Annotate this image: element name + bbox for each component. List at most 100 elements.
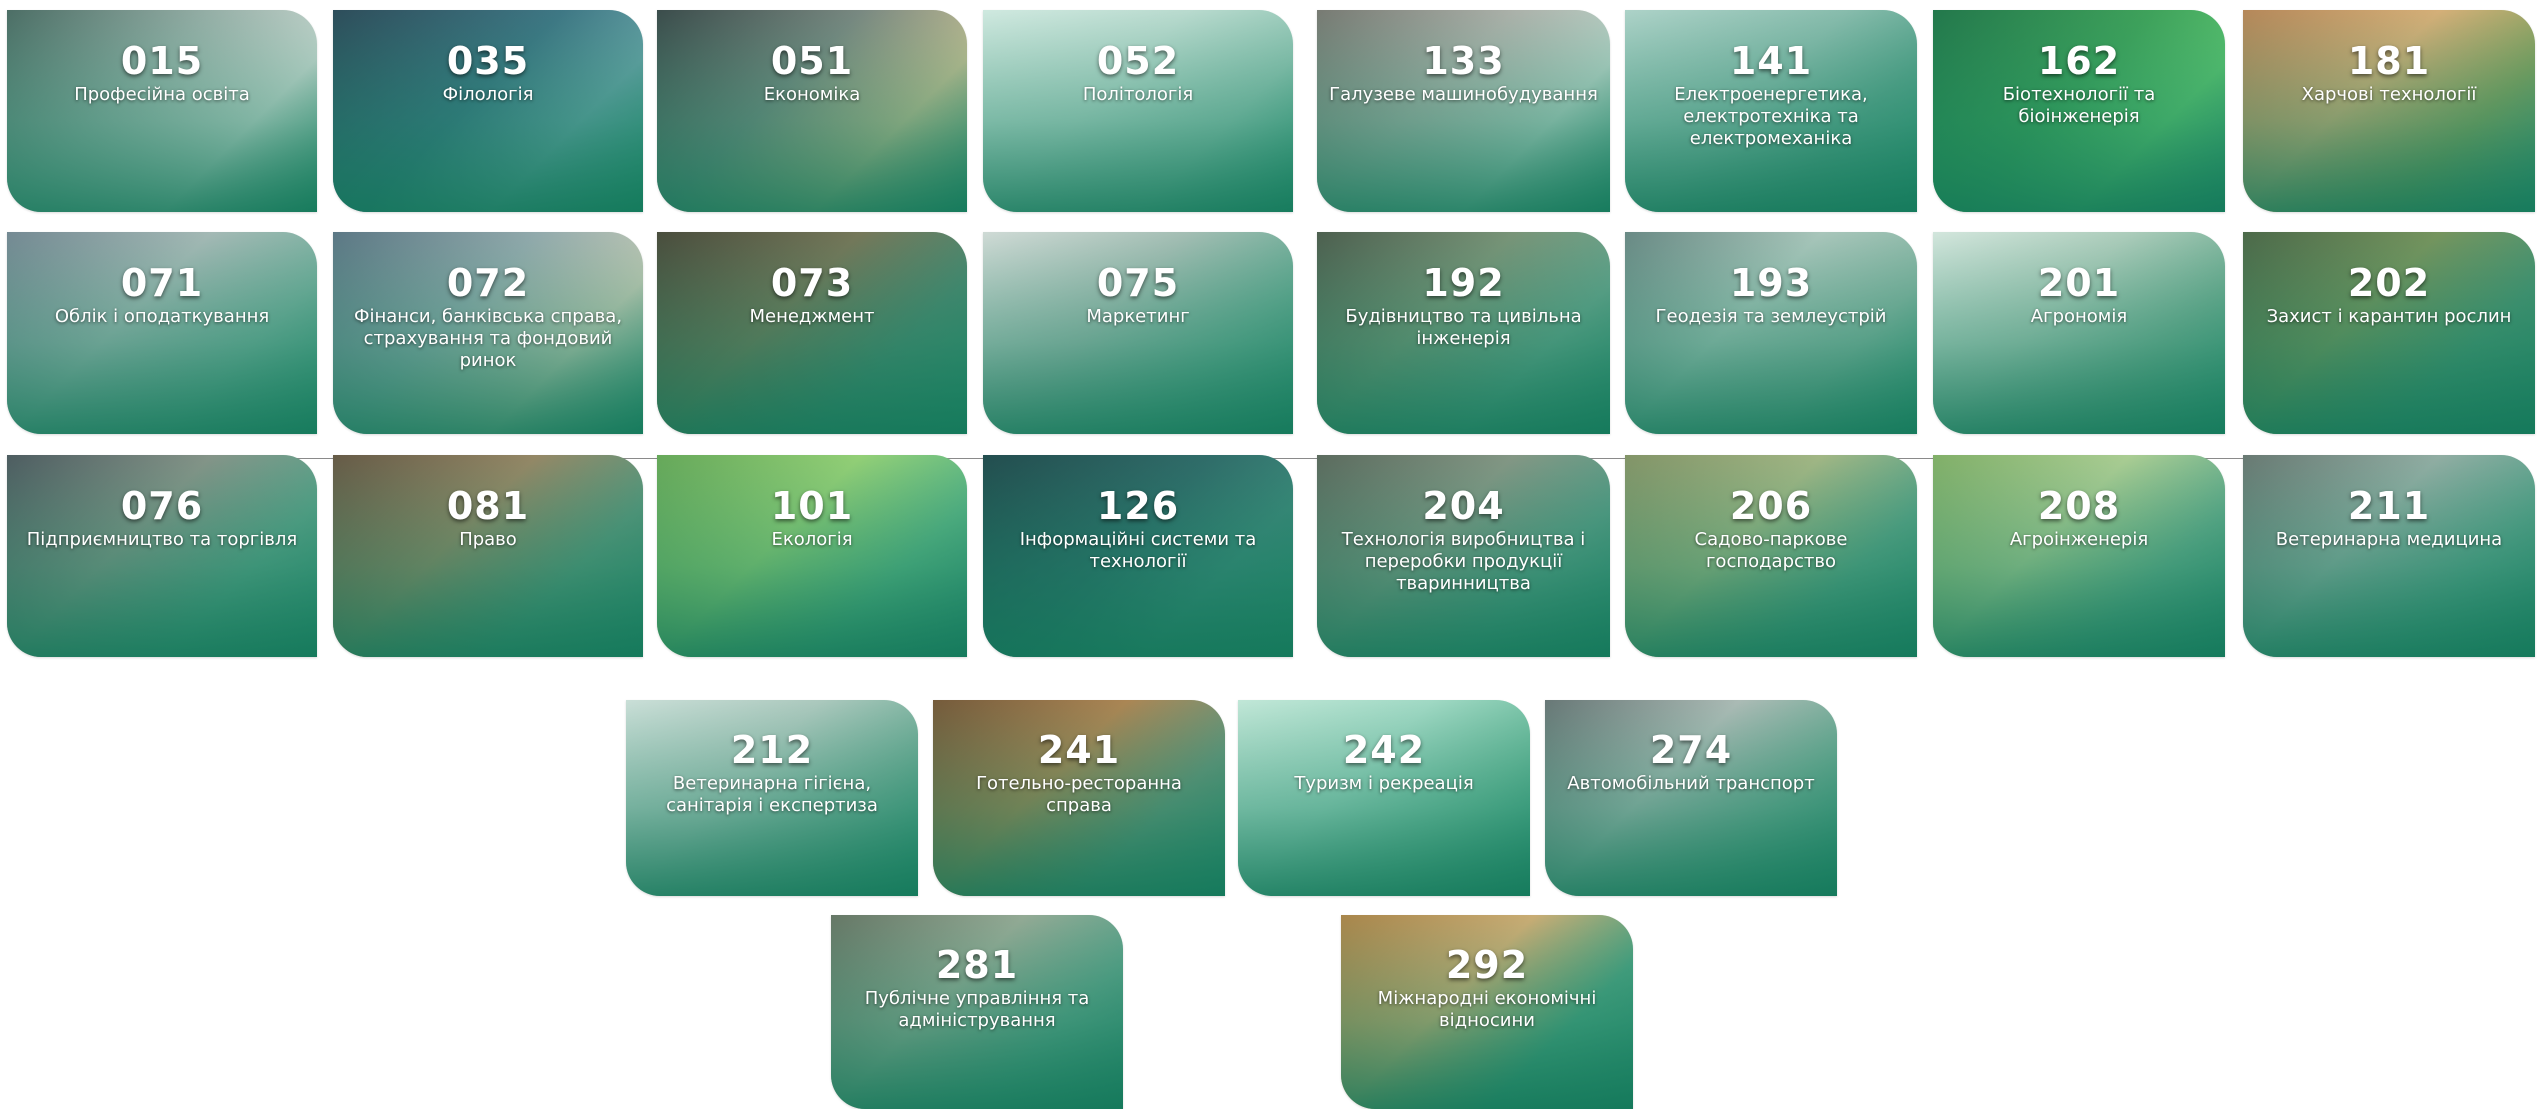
specialty-title: Ветеринарна медицина — [2275, 529, 2503, 551]
specialty-card-274[interactable]: 274 Автомобільний транспорт — [1545, 700, 1837, 896]
specialty-title: Харчові технології — [2301, 84, 2477, 106]
specialty-caption: 241 Готельно-ресторанна справа — [933, 731, 1225, 817]
specialty-caption: 211 Ветеринарна медицина — [2243, 487, 2535, 551]
specialty-code: 193 — [1729, 261, 1813, 306]
specialty-caption: 292 Міжнародні економічні відносини — [1341, 946, 1633, 1032]
specialty-caption: 192 Будівництво та цивільна інженерія — [1317, 264, 1610, 350]
specialty-code: 204 — [1422, 484, 1505, 529]
specialty-title: Захист і карантин рослин — [2266, 306, 2512, 328]
specialty-title: Галузеве машинобудування — [1329, 84, 1598, 106]
specialty-code: 081 — [446, 484, 530, 529]
specialty-caption: 212 Ветеринарна гігієна, санітарія і експ… — [626, 731, 918, 817]
specialty-code: 035 — [446, 39, 530, 84]
specialty-title: Садово-паркове господарство — [1694, 529, 1848, 573]
specialty-caption: 274 Автомобільний транспорт — [1545, 731, 1837, 795]
specialty-caption: 193 Геодезія та землеустрій — [1625, 264, 1917, 328]
specialty-card-242[interactable]: 242 Туризм і рекреація — [1238, 700, 1530, 896]
specialty-caption: 208 Агроінженерія — [1933, 487, 2225, 551]
specialty-card-052[interactable]: 052 Політологія — [983, 10, 1293, 212]
specialty-card-208[interactable]: 208 Агроінженерія — [1933, 455, 2225, 657]
specialty-card-075[interactable]: 075 Маркетинг — [983, 232, 1293, 434]
specialty-title: Публічне управління та адміністрування — [864, 988, 1090, 1031]
specialty-code: 162 — [2037, 39, 2121, 84]
specialty-card-073[interactable]: 073 Менеджмент — [657, 232, 967, 434]
specialty-card-015[interactable]: 015 Професійна освіта — [7, 10, 317, 212]
specialty-caption: 076 Підприємництво та торгівля — [7, 487, 317, 551]
specialty-caption: 204 Технологія виробництва і переробки пр… — [1317, 487, 1610, 595]
specialty-code: 015 — [120, 39, 204, 84]
specialty-code: 212 — [730, 728, 814, 773]
specialty-caption: 072 Фінанси, банківська справа, страхуван… — [333, 264, 643, 372]
specialty-card-076[interactable]: 076 Підприємництво та торгівля — [7, 455, 317, 657]
specialty-card-081[interactable]: 081 Право — [333, 455, 643, 657]
specialty-code: 072 — [446, 261, 530, 306]
specialty-code: 211 — [2347, 484, 2431, 529]
specialty-code: 052 — [1096, 39, 1180, 84]
specialty-code: 181 — [2347, 39, 2431, 84]
specialty-caption: 051 Економіка — [657, 42, 967, 106]
specialty-title: Ветеринарна гігієна, санітарія і експерт… — [666, 773, 878, 817]
specialty-code: 202 — [2347, 261, 2431, 306]
specialty-title: Облік і оподаткування — [54, 306, 270, 328]
specialty-card-126[interactable]: 126 Інформаційні системи та технології — [983, 455, 1293, 657]
specialty-title: Екологія — [771, 529, 853, 551]
specialty-card-071[interactable]: 071 Облік і оподаткування — [7, 232, 317, 434]
specialty-caption: 101 Екологія — [657, 487, 967, 551]
specialty-title: Професійна освіта — [74, 84, 250, 106]
specialty-card-292[interactable]: 292 Міжнародні економічні відносини — [1341, 915, 1633, 1109]
specialty-card-211[interactable]: 211 Ветеринарна медицина — [2243, 455, 2535, 657]
specialty-code: 281 — [935, 943, 1019, 988]
specialty-caption: 242 Туризм і рекреація — [1238, 731, 1530, 795]
specialty-caption: 081 Право — [333, 487, 643, 551]
specialty-card-141[interactable]: 141 Електроенергетика, електротехніка та … — [1625, 10, 1917, 212]
specialty-code: 208 — [2037, 484, 2121, 529]
specialty-card-241[interactable]: 241 Готельно-ресторанна справа — [933, 700, 1225, 896]
specialty-code: 075 — [1096, 261, 1180, 306]
specialty-card-192[interactable]: 192 Будівництво та цивільна інженерія — [1317, 232, 1610, 434]
specialty-card-051[interactable]: 051 Економіка — [657, 10, 967, 212]
specialty-code: 101 — [770, 484, 854, 529]
specialty-title: Маркетинг — [1086, 306, 1190, 328]
specialty-code: 274 — [1649, 728, 1733, 773]
specialty-title: Філологія — [442, 84, 534, 106]
specialty-title: Фінанси, банківська справа, страхування … — [353, 306, 623, 372]
specialty-caption: 141 Електроенергетика, електротехніка та … — [1625, 42, 1917, 150]
specialty-title: Технологія виробництва і переробки проду… — [1341, 529, 1586, 595]
specialty-title: Міжнародні економічні відносини — [1377, 988, 1597, 1031]
specialty-code: 133 — [1422, 39, 1505, 84]
specialty-card-162[interactable]: 162 Біотехнології та біоінженерія — [1933, 10, 2225, 212]
specialty-card-212[interactable]: 212 Ветеринарна гігієна, санітарія і експ… — [626, 700, 918, 896]
specialty-caption: 181 Харчові технології — [2243, 42, 2535, 106]
specialty-title: Право — [459, 529, 517, 551]
specialty-code: 076 — [120, 484, 204, 529]
specialty-code: 242 — [1342, 728, 1426, 773]
specialty-title: Економіка — [763, 84, 861, 106]
specialty-card-281[interactable]: 281 Публічне управління та адмініструванн… — [831, 915, 1123, 1109]
specialty-code: 126 — [1096, 484, 1180, 529]
specialty-card-035[interactable]: 035 Філологія — [333, 10, 643, 212]
specialty-code: 073 — [770, 261, 854, 306]
specialty-caption: 071 Облік і оподаткування — [7, 264, 317, 328]
specialty-card-133[interactable]: 133 Галузеве машинобудування — [1317, 10, 1610, 212]
specialty-title: Інформаційні системи та технології — [1019, 529, 1257, 573]
specialty-code: 201 — [2037, 261, 2121, 306]
specialty-title: Біотехнології та біоінженерія — [2002, 84, 2156, 128]
specialty-card-201[interactable]: 201 Агрономія — [1933, 232, 2225, 434]
specialty-card-072[interactable]: 072 Фінанси, банківська справа, страхуван… — [333, 232, 643, 434]
specialty-card-202[interactable]: 202 Захист і карантин рослин — [2243, 232, 2535, 434]
specialty-title: Політологія — [1082, 84, 1194, 106]
specialty-card-206[interactable]: 206 Садово-паркове господарство — [1625, 455, 1917, 657]
specialty-title: Електроенергетика, електротехніка та еле… — [1674, 84, 1868, 150]
specialty-code: 071 — [120, 261, 204, 306]
specialty-title: Менеджмент — [749, 306, 875, 328]
specialty-caption: 202 Захист і карантин рослин — [2243, 264, 2535, 328]
specialty-card-204[interactable]: 204 Технологія виробництва і переробки пр… — [1317, 455, 1610, 657]
specialty-card-181[interactable]: 181 Харчові технології — [2243, 10, 2535, 212]
specialty-card-193[interactable]: 193 Геодезія та землеустрій — [1625, 232, 1917, 434]
specialty-caption: 133 Галузеве машинобудування — [1317, 42, 1610, 106]
specialty-card-101[interactable]: 101 Екологія — [657, 455, 967, 657]
specialty-code: 051 — [770, 39, 854, 84]
specialty-title: Агрономія — [2030, 306, 2128, 328]
specialty-code: 192 — [1422, 261, 1505, 306]
specialty-code: 206 — [1729, 484, 1813, 529]
